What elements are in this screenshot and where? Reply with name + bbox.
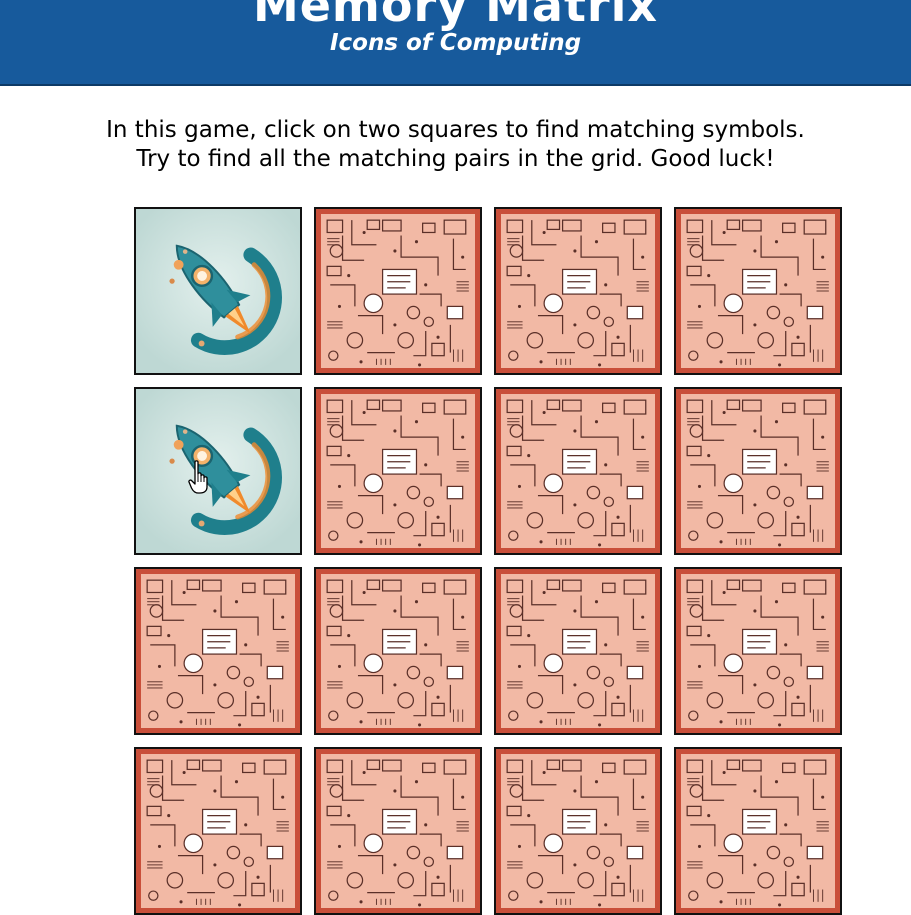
memory-card[interactable] [314,567,482,735]
rocket-icon [136,389,300,553]
circuit-pattern-icon [681,574,835,728]
circuit-pattern-icon [141,574,295,728]
memory-card[interactable] [494,747,662,915]
page-subtitle: Icons of Computing [329,30,582,56]
circuit-pattern-icon [681,214,835,368]
circuit-pattern-icon [501,394,655,548]
memory-card[interactable] [314,747,482,915]
page-header: Memory Matrix Icons of Computing [0,0,911,86]
instructions: In this game, click on two squares to fi… [0,116,911,174]
memory-grid [134,207,842,915]
memory-card[interactable] [134,387,302,555]
memory-card[interactable] [314,207,482,375]
memory-card[interactable] [494,387,662,555]
circuit-pattern-icon [141,754,295,908]
circuit-pattern-icon [681,754,835,908]
circuit-pattern-icon [501,214,655,368]
memory-card[interactable] [674,747,842,915]
page-title: Memory Matrix [252,0,659,32]
memory-card[interactable] [134,567,302,735]
circuit-pattern-icon [501,574,655,728]
memory-card[interactable] [314,387,482,555]
circuit-pattern-icon [321,214,475,368]
memory-card[interactable] [674,387,842,555]
circuit-pattern-icon [321,574,475,728]
rocket-icon [136,209,300,373]
memory-card[interactable] [494,207,662,375]
circuit-pattern-icon [321,394,475,548]
instructions-line-1: In this game, click on two squares to fi… [106,117,805,143]
memory-card[interactable] [494,567,662,735]
memory-card[interactable] [134,747,302,915]
memory-card[interactable] [134,207,302,375]
circuit-pattern-icon [681,394,835,548]
instructions-line-2: Try to find all the matching pairs in th… [136,146,775,172]
circuit-pattern-icon [501,754,655,908]
circuit-pattern-icon [321,754,475,908]
memory-card[interactable] [674,207,842,375]
memory-card[interactable] [674,567,842,735]
